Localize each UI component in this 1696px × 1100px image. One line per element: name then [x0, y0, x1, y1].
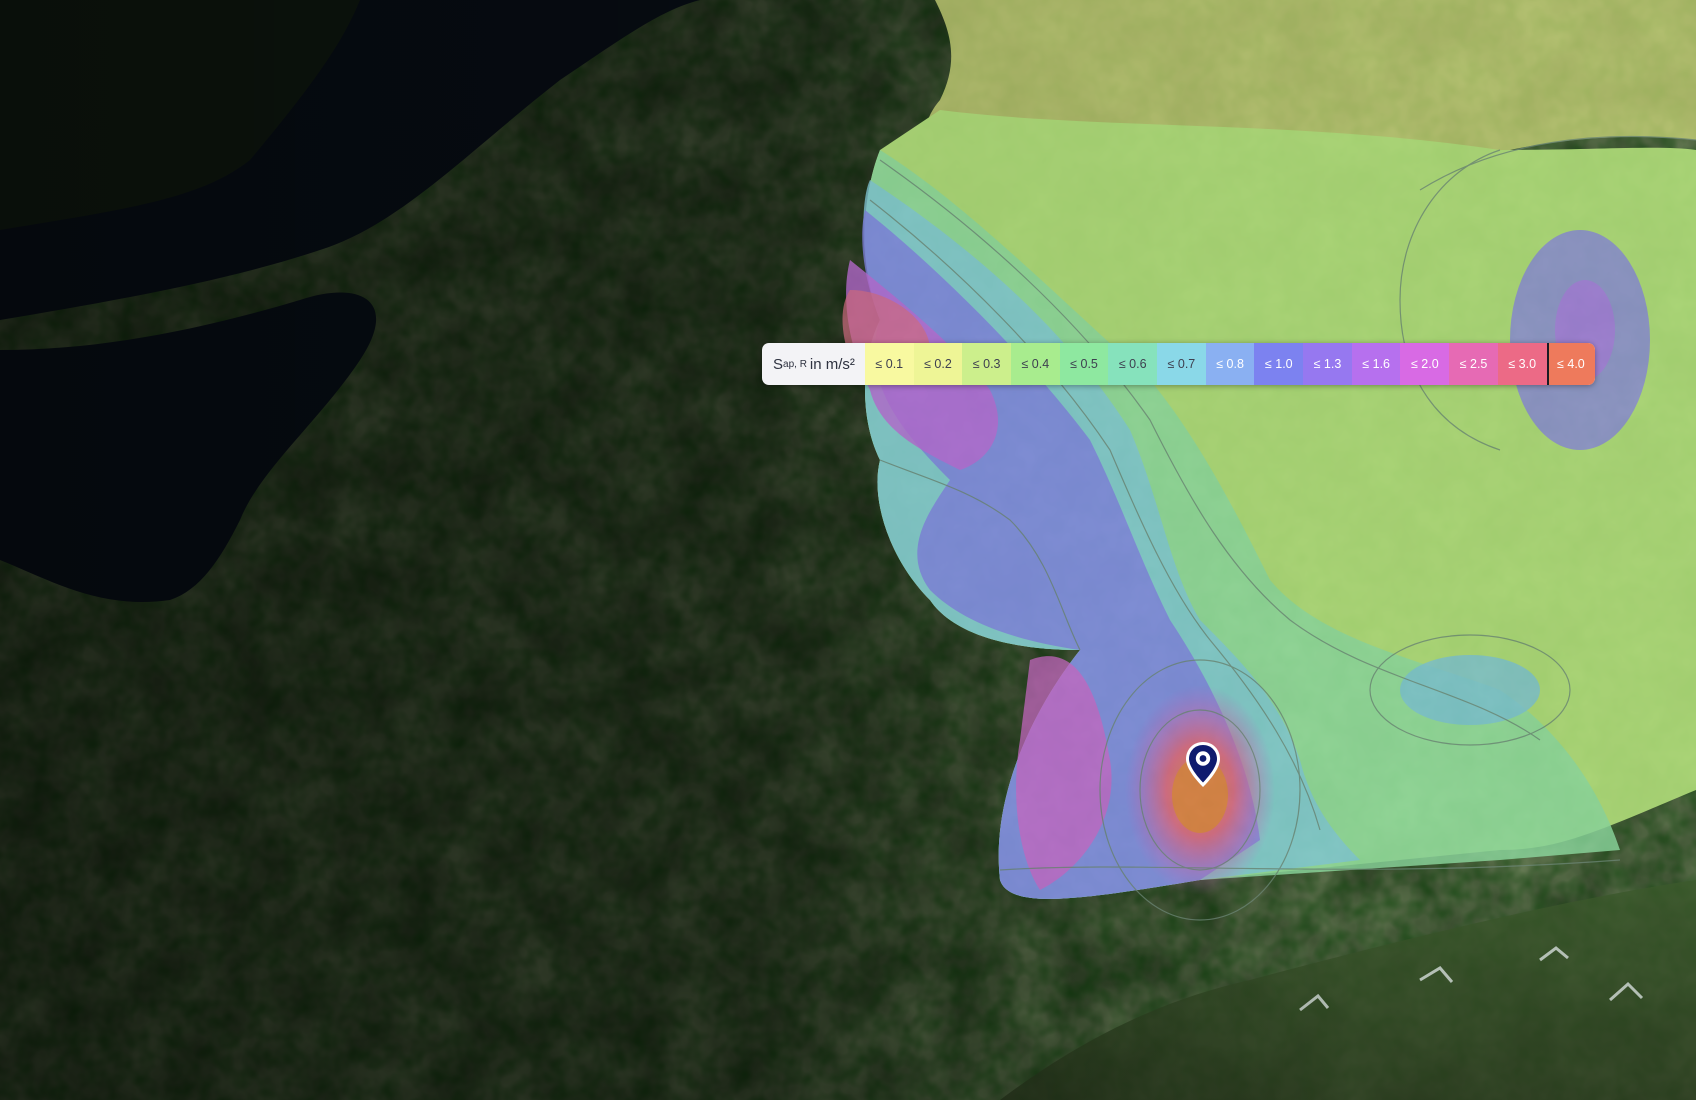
- satellite-map[interactable]: [0, 0, 1696, 1100]
- legend-item[interactable]: ≤ 3.0: [1497, 343, 1547, 385]
- legend-title-symbol: S: [773, 355, 784, 373]
- legend-item[interactable]: ≤ 1.0: [1254, 343, 1304, 385]
- legend-item[interactable]: ≤ 0.7: [1157, 343, 1206, 385]
- legend-item[interactable]: ≤ 0.8: [1205, 343, 1255, 385]
- legend-item[interactable]: ≤ 0.2: [913, 343, 963, 385]
- legend-title-unit: in m/s²: [809, 355, 855, 373]
- map-pin-icon[interactable]: [1183, 740, 1223, 790]
- legend-item[interactable]: ≤ 1.6: [1351, 343, 1401, 385]
- legend-title: Sap, Rin m/s²: [762, 343, 865, 385]
- legend-item[interactable]: ≤ 0.3: [962, 343, 1011, 385]
- hazard-zone-center: [1400, 655, 1540, 725]
- legend-item[interactable]: ≤ 1.3: [1303, 343, 1352, 385]
- legend-title-subscript: ap, R: [783, 358, 807, 370]
- map-view[interactable]: Sap, Rin m/s² ≤ 0.1 ≤ 0.2 ≤ 0.3 ≤ 0.4 ≤ …: [0, 0, 1696, 1100]
- legend: Sap, Rin m/s² ≤ 0.1 ≤ 0.2 ≤ 0.3 ≤ 0.4 ≤ …: [762, 343, 1596, 385]
- legend-item[interactable]: ≤ 0.1: [864, 343, 914, 385]
- legend-item[interactable]: ≤ 0.6: [1108, 343, 1158, 385]
- legend-item[interactable]: ≤ 2.5: [1449, 343, 1498, 385]
- legend-item[interactable]: ≤ 0.5: [1059, 343, 1109, 385]
- legend-item[interactable]: ≤ 2.0: [1400, 343, 1450, 385]
- legend-item[interactable]: ≤ 4.0: [1546, 343, 1596, 385]
- legend-item[interactable]: ≤ 0.4: [1010, 343, 1060, 385]
